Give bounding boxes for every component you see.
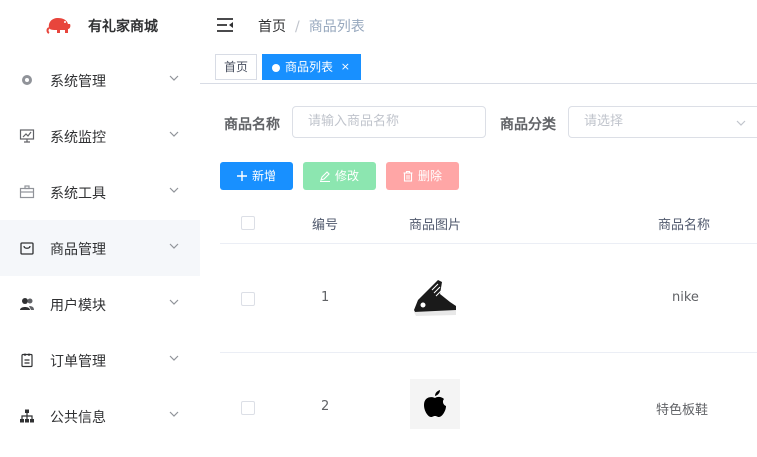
pencil-icon (320, 171, 330, 182)
chevron-down-icon (169, 299, 179, 305)
edit-button-label: 修改 (335, 169, 360, 183)
tag-product-list[interactable]: 商品列表 × (262, 54, 361, 80)
black-sneaker-image (410, 272, 460, 322)
hamburger-icon[interactable] (216, 17, 234, 33)
cell-id: 2 (321, 399, 330, 414)
table-divider (220, 352, 757, 353)
chevron-down-icon (169, 411, 179, 417)
app-name: 有礼家商城 (88, 19, 158, 35)
edit-button[interactable]: 修改 (303, 162, 376, 190)
delete-button[interactable]: 删除 (386, 162, 459, 190)
plus-icon (237, 171, 247, 181)
chevron-down-icon (169, 131, 179, 137)
product-category-select[interactable]: 请选择 (568, 106, 757, 138)
table-header-image: 商品图片 (409, 218, 462, 233)
cell-name: nike (672, 290, 699, 305)
tags-view: 首页 商品列表 × (200, 52, 757, 84)
sidebar-item-label: 系统监控 (50, 130, 106, 146)
sidebar-item-public-info[interactable]: 公共信息 (0, 388, 200, 444)
delete-button-label: 删除 (418, 169, 443, 183)
cell-id: 1 (321, 290, 330, 305)
sidebar-item-product-management[interactable]: 商品管理 (0, 220, 200, 276)
sidebar-item-label: 用户模块 (50, 298, 106, 314)
chevron-down-icon (736, 120, 746, 126)
shopping-bag-icon (20, 242, 34, 255)
monitor-icon (19, 129, 35, 143)
table-divider (220, 243, 757, 244)
select-all-checkbox[interactable] (241, 216, 255, 230)
apple-icon (424, 390, 446, 417)
sidebar-item-label: 系统管理 (50, 74, 106, 90)
trash-icon (403, 170, 413, 182)
elephant-logo-icon (46, 18, 71, 34)
users-icon (20, 298, 34, 310)
clipboard-icon (21, 353, 33, 368)
apple-logo-image (410, 379, 460, 429)
breadcrumb-home[interactable]: 首页 (258, 19, 286, 35)
sidebar-item-order-management[interactable]: 订单管理 (0, 332, 200, 388)
sidebar-item-system-management[interactable]: 系统管理 (0, 52, 200, 108)
gear-icon (22, 75, 32, 85)
row-checkbox[interactable] (241, 292, 255, 306)
cell-name: 特色板鞋 (656, 403, 709, 418)
sitemap-icon (20, 409, 34, 423)
product-name-input[interactable]: 请输入商品名称 (292, 106, 486, 138)
breadcrumb: 首页 / 商品列表 (258, 16, 365, 36)
sidebar: 有礼家商城 系统管理 系统监控 系统工具 商品管理 用户模块 订单管理 公共信息 (0, 0, 200, 457)
table-header-id: 编号 (312, 218, 339, 233)
breadcrumb-separator: / (295, 19, 300, 35)
tag-label: 商品列表 (285, 60, 334, 74)
add-button-label: 新增 (252, 169, 277, 183)
breadcrumb-current: 商品列表 (308, 19, 365, 35)
sidebar-item-label: 商品管理 (50, 242, 106, 258)
add-button[interactable]: 新增 (220, 162, 293, 190)
sidebar-item-label: 系统工具 (50, 186, 106, 202)
app-logo[interactable]: 有礼家商城 (0, 0, 200, 50)
chevron-down-icon (169, 243, 179, 249)
chevron-down-icon (169, 187, 179, 193)
sidebar-item-label: 订单管理 (50, 354, 106, 370)
product-name-label: 商品名称 (224, 117, 280, 133)
row-checkbox[interactable] (241, 401, 255, 415)
sidebar-item-label: 公共信息 (50, 410, 106, 426)
select-placeholder: 请选择 (584, 114, 624, 129)
product-category-label: 商品分类 (500, 117, 556, 133)
table-header-name: 商品名称 (658, 218, 711, 233)
close-icon[interactable]: × (341, 55, 350, 79)
sneaker-icon (414, 280, 456, 316)
toolbox-icon (19, 185, 35, 199)
sidebar-item-user-module[interactable]: 用户模块 (0, 276, 200, 332)
sidebar-item-system-monitor[interactable]: 系统监控 (0, 108, 200, 164)
chevron-down-icon (169, 355, 179, 361)
sidebar-item-system-tools[interactable]: 系统工具 (0, 164, 200, 220)
chevron-down-icon (169, 75, 179, 81)
tag-home[interactable]: 首页 (215, 54, 257, 80)
